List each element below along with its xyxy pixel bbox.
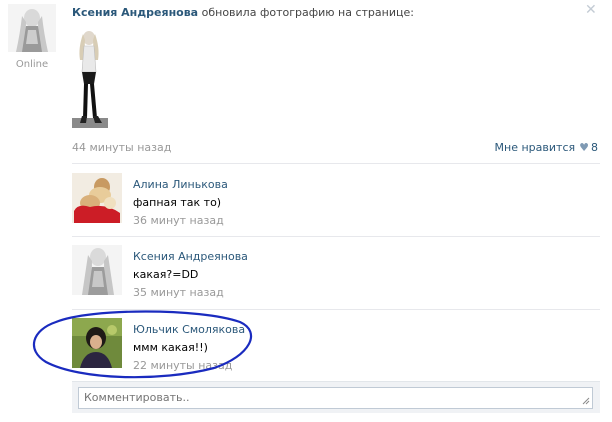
- comment-text: фапная так то): [133, 196, 222, 209]
- like-button[interactable]: Мне нравится ♥ 8: [495, 141, 598, 154]
- post-photo[interactable]: [72, 26, 108, 128]
- online-status: Online: [15, 59, 49, 70]
- comment-author-link[interactable]: Юльчик Смолякова: [133, 321, 245, 339]
- divider: [72, 309, 600, 310]
- heart-icon: ♥: [579, 141, 589, 154]
- comment-avatar[interactable]: [72, 245, 122, 295]
- like-count: 8: [591, 141, 598, 154]
- author-avatar-block: Online: [8, 4, 56, 70]
- comment-author-link[interactable]: Алина Линькова: [133, 176, 228, 194]
- post-time[interactable]: 44 минуты назад: [72, 141, 171, 154]
- post-header: Ксения Андреянова обновила фотографию на…: [72, 6, 600, 20]
- comment-item: Ксения Андреянова какая?=DD 35 минут наз…: [72, 245, 600, 305]
- divider: [72, 236, 600, 237]
- comment-item: Юльчик Смолякова ммм какая!!) 22 минуты …: [72, 318, 600, 378]
- close-icon[interactable]: ✕: [585, 3, 597, 17]
- comment-item: Алина Линькова фапная так то) 36 минут н…: [72, 173, 600, 233]
- like-label: Мне нравится: [494, 141, 576, 154]
- author-avatar[interactable]: [8, 4, 56, 52]
- comment-time[interactable]: 36 минут назад: [133, 212, 228, 230]
- comment-avatar[interactable]: [72, 318, 122, 368]
- post-author-link[interactable]: Ксения Андреянова: [72, 6, 198, 19]
- comment-avatar[interactable]: [72, 173, 122, 223]
- post-action-text: обновила фотографию на странице:: [201, 6, 414, 19]
- comment-author-link[interactable]: Ксения Андреянова: [133, 248, 248, 266]
- post-meta: 44 минуты назад Мне нравится ♥ 8: [72, 141, 600, 155]
- comment-input[interactable]: [78, 387, 593, 409]
- comment-text: ммм какая!!): [133, 341, 208, 354]
- comment-composer: [72, 381, 600, 413]
- comment-time[interactable]: 35 минут назад: [133, 284, 248, 302]
- comment-time[interactable]: 22 минуты назад: [133, 357, 245, 375]
- divider: [72, 163, 600, 164]
- comment-text: какая?=DD: [133, 268, 199, 281]
